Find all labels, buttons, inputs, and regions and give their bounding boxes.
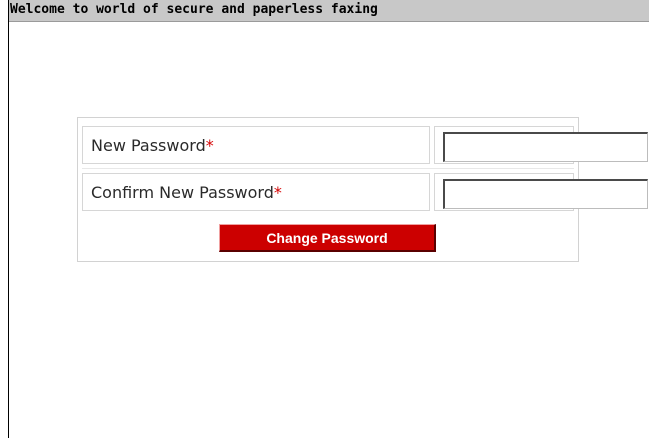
required-marker: * xyxy=(273,183,282,202)
new-password-input[interactable] xyxy=(443,132,648,162)
header-bar: Welcome to world of secure and paperless… xyxy=(9,0,649,22)
page: Welcome to world of secure and paperless… xyxy=(0,0,649,438)
confirm-password-label: Confirm New Password* xyxy=(91,183,282,202)
left-border-line xyxy=(8,0,9,438)
confirm-password-label-cell: Confirm New Password* xyxy=(82,173,430,211)
change-password-button[interactable]: Change Password xyxy=(219,224,436,252)
new-password-label-text: New Password xyxy=(91,136,206,155)
confirm-password-label-text: Confirm New Password xyxy=(91,183,274,202)
confirm-password-input-cell xyxy=(434,173,648,211)
row-divider xyxy=(82,168,574,169)
required-marker: * xyxy=(205,136,214,155)
page-title: Welcome to world of secure and paperless… xyxy=(10,2,378,17)
new-password-input-cell xyxy=(434,126,648,164)
change-password-form: New Password* Confirm New Password* Chan… xyxy=(77,117,648,262)
confirm-password-input[interactable] xyxy=(443,179,648,209)
new-password-label-cell: New Password* xyxy=(82,126,430,164)
new-password-label: New Password* xyxy=(91,136,214,155)
